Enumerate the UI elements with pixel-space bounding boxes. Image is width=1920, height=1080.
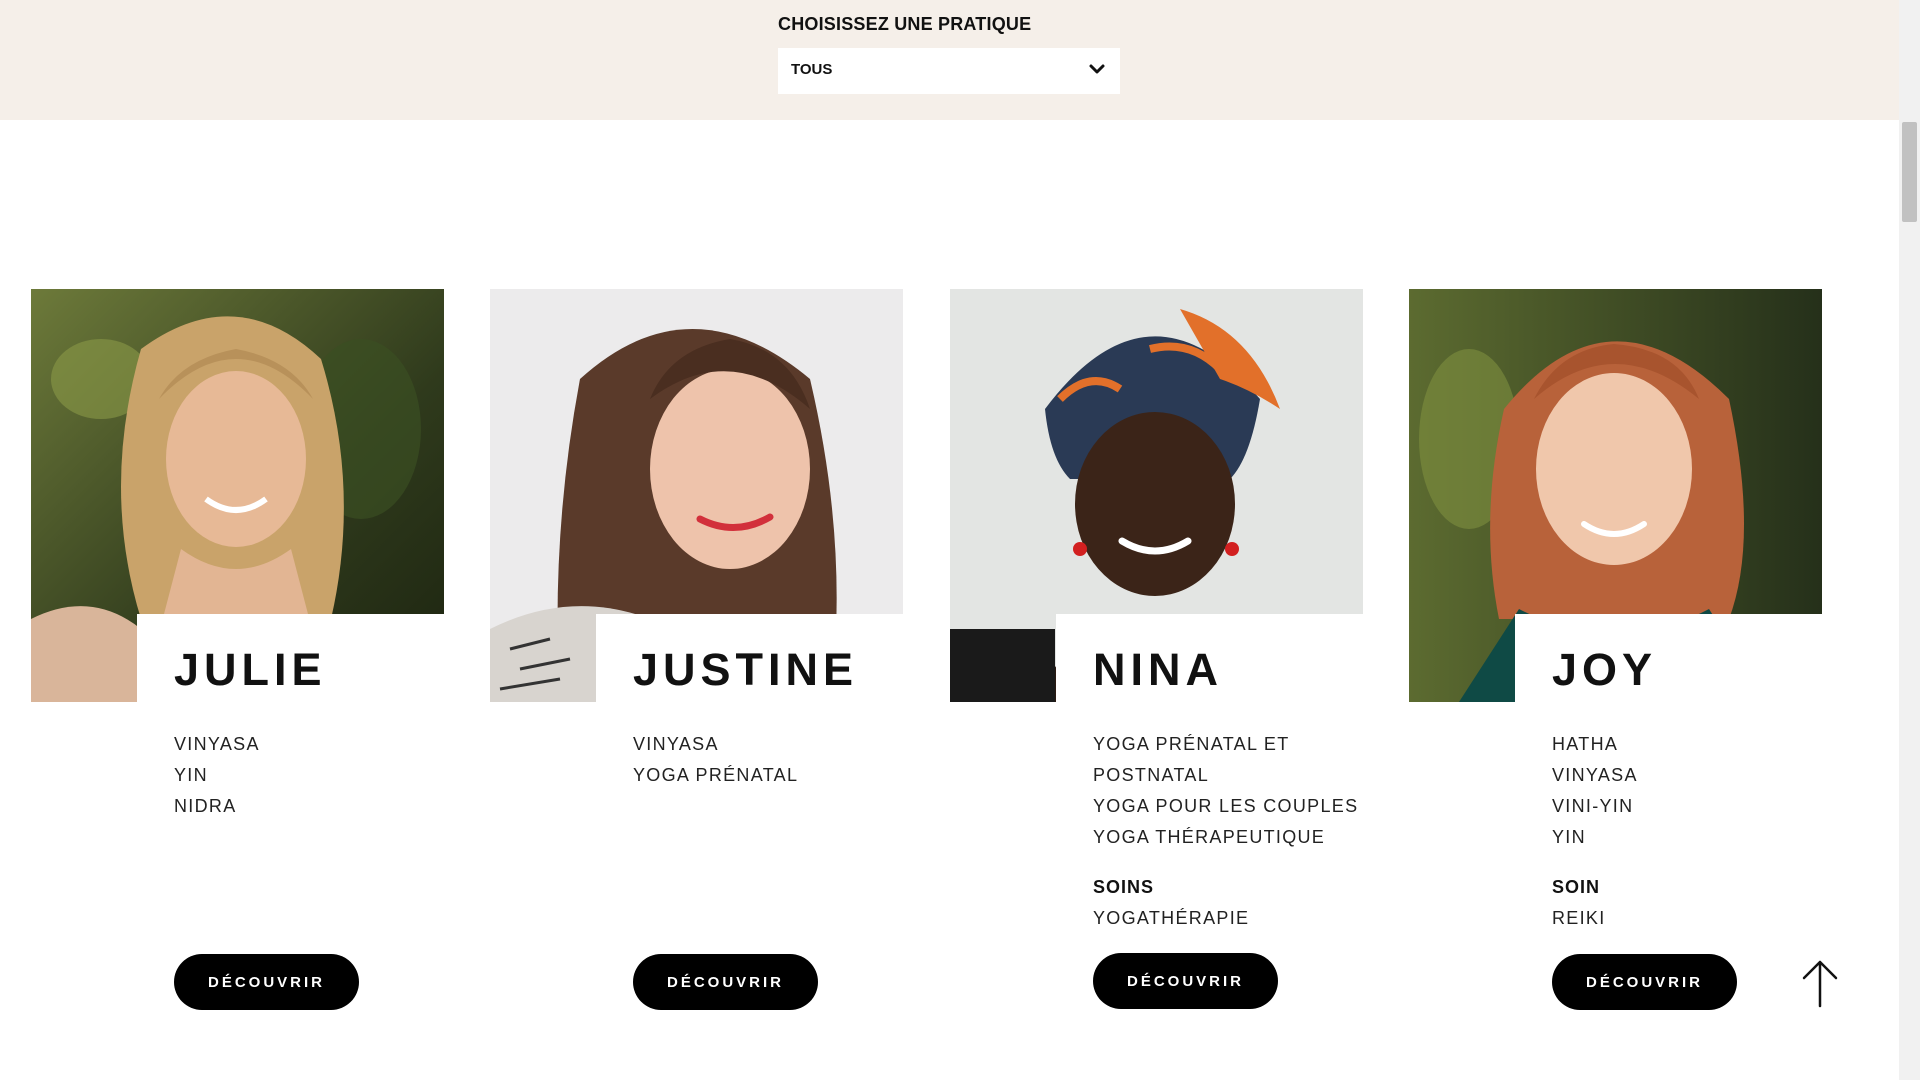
practice-item: YIN [174,765,208,785]
practice-item: HATHA [1552,734,1619,754]
soins-heading: SOIN [1552,877,1601,897]
practice-item: VINYASA [1552,765,1638,785]
practice-item: YOGA PRÉNATAL ET [1093,734,1290,754]
soin-item: YOGATHÉRAPIE [1093,908,1250,928]
vertical-scrollbar[interactable] [1899,0,1920,1080]
teacher-practices: YOGA PRÉNATAL ET POSTNATAL YOGA POUR LES… [1093,729,1363,934]
teacher-name: JOY [1552,644,1658,695]
practice-item: POSTNATAL [1093,765,1210,785]
practice-select[interactable]: TOUS [778,48,1120,94]
soin-item: REIKI [1552,908,1606,928]
practice-item: YOGA PRÉNATAL [633,765,799,785]
practice-item: VINYASA [174,734,260,754]
practice-item: YOGA POUR LES COUPLES [1093,796,1359,816]
practice-item: VINYASA [633,734,719,754]
practice-filter-bar: CHOISISSEZ UNE PRATIQUE TOUS [0,0,1899,120]
arrow-up-icon [1802,960,1838,1008]
back-to-top-button[interactable] [1800,958,1840,1008]
chevron-down-icon [1089,64,1105,74]
scrollbar-thumb[interactable] [1902,122,1917,222]
teacher-practices: HATHA VINYASA VINI-YIN YIN SOIN REIKI [1552,729,1822,934]
discover-button[interactable]: DÉCOUVRIR [1552,954,1737,1010]
discover-button[interactable]: DÉCOUVRIR [633,954,818,1010]
teacher-practices: VINYASA YIN NIDRA [174,729,444,822]
practice-select-value: TOUS [791,61,833,78]
practice-item: YIN [1552,827,1586,847]
practice-item: YOGA THÉRAPEUTIQUE [1093,827,1326,847]
filter-label: CHOISISSEZ UNE PRATIQUE [778,14,1032,34]
teacher-name: NINA [1093,644,1223,695]
discover-button[interactable]: DÉCOUVRIR [174,954,359,1010]
practice-item: NIDRA [174,796,237,816]
teacher-name: JULIE [174,644,327,695]
teacher-name: JUSTINE [633,644,859,695]
discover-button[interactable]: DÉCOUVRIR [1093,953,1278,1009]
teacher-practices: VINYASA YOGA PRÉNATAL [633,729,903,791]
practice-item: VINI-YIN [1552,796,1634,816]
soins-heading: SOINS [1093,877,1155,897]
